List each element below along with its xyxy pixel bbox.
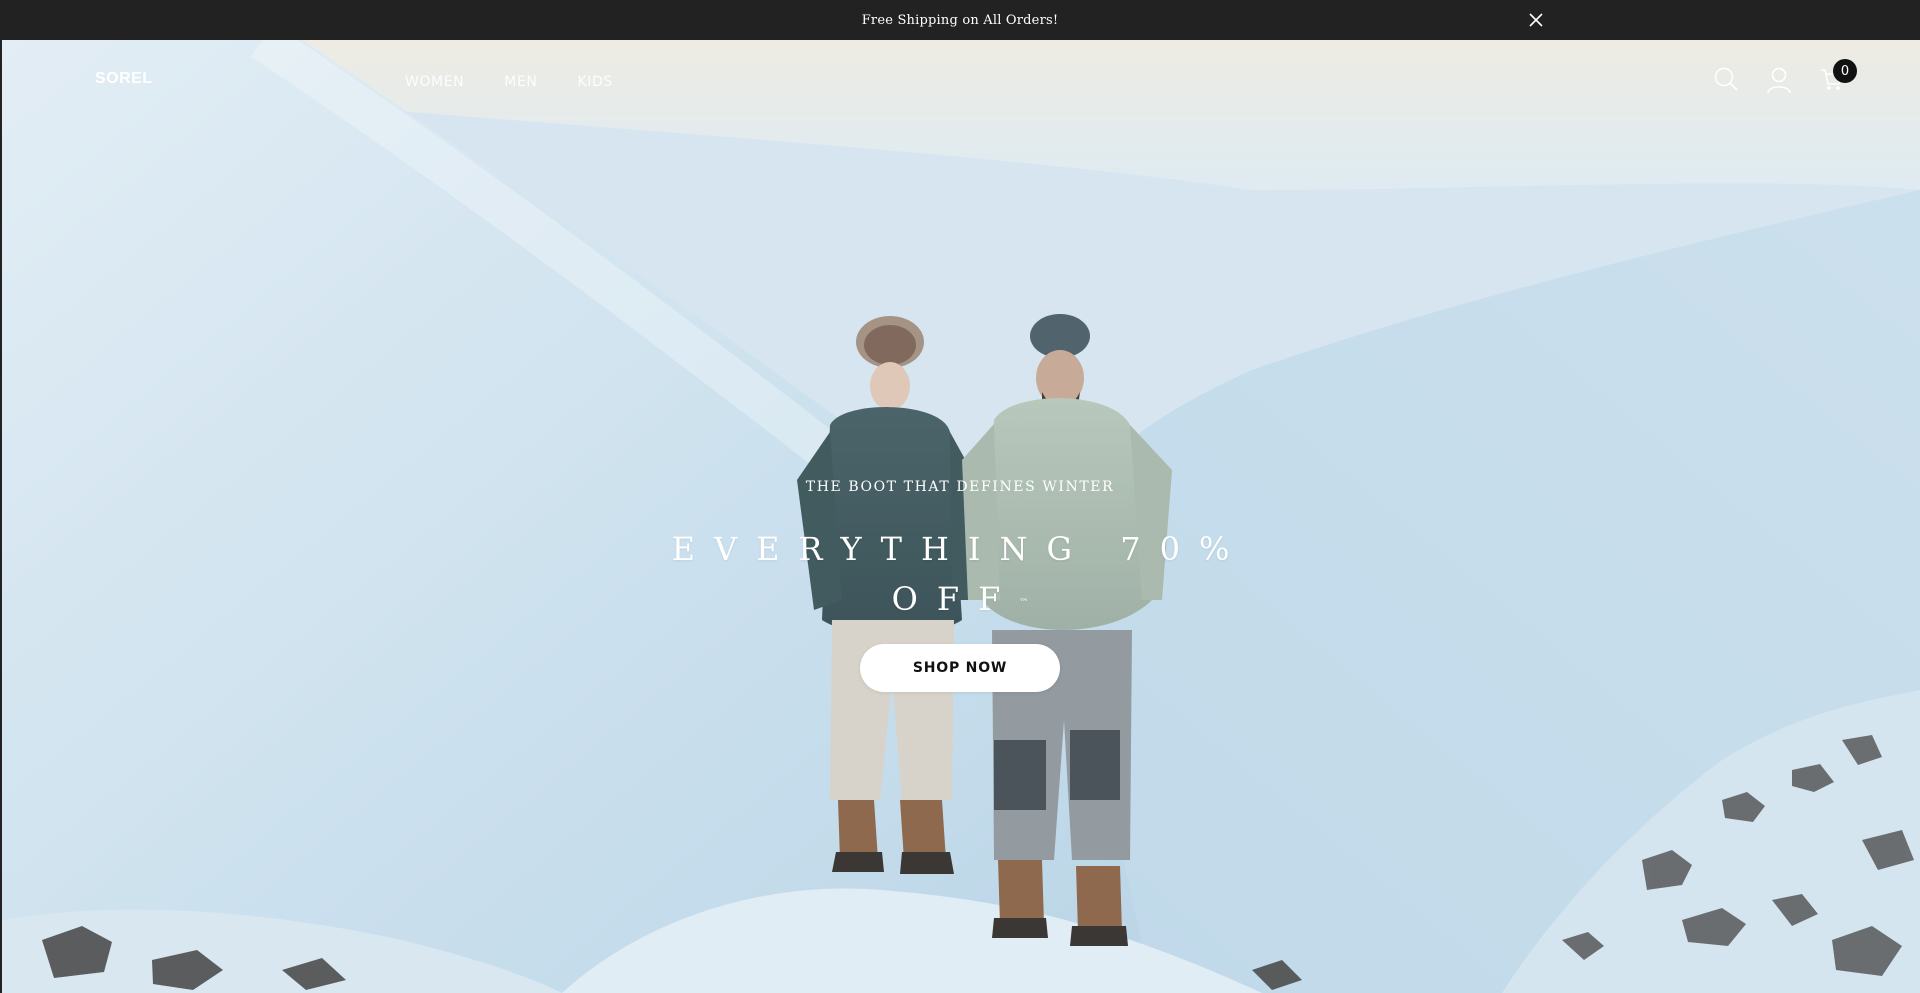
- announcement-text: Free Shipping on All Orders!: [861, 12, 1059, 28]
- close-icon[interactable]: [1527, 11, 1545, 29]
- brand-logo[interactable]: SOREL: [95, 70, 153, 88]
- header-icons: [1713, 66, 1853, 96]
- hero-headline-text: EVERYTHING 70% OFF: [671, 530, 1249, 618]
- hero-background-image: [2, 40, 1920, 993]
- nav-item-women[interactable]: WOMEN: [405, 74, 464, 90]
- announcement-bar: Free Shipping on All Orders!: [0, 0, 1920, 40]
- user-icon[interactable]: [1766, 66, 1792, 94]
- nav-item-men[interactable]: MEN: [504, 74, 537, 90]
- cart-count-badge: 0: [1833, 59, 1857, 83]
- hero-headline: EVERYTHING 70% OFF™: [660, 524, 1260, 624]
- trademark-symbol: ™: [1019, 598, 1029, 608]
- nav-item-kids[interactable]: KIDS: [577, 74, 612, 90]
- main-nav: WOMEN MEN KIDS: [405, 74, 613, 90]
- shop-now-button[interactable]: SHOP NOW: [860, 644, 1060, 692]
- hero-banner: [2, 40, 1920, 993]
- search-icon[interactable]: [1713, 66, 1739, 92]
- hero-eyebrow: THE BOOT THAT DEFINES WINTER: [805, 479, 1115, 495]
